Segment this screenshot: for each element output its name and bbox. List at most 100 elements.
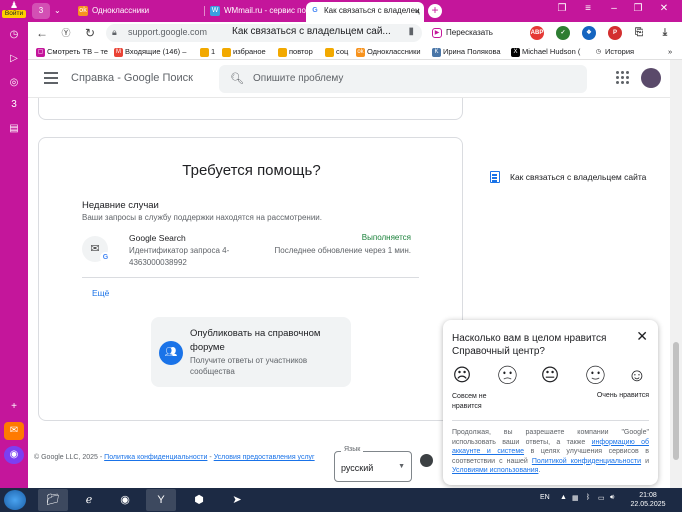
forum-subtitle: Получите ответы от участников сообщества [190, 356, 308, 376]
address-bar[interactable]: 🔒︎ support.google.com Как связаться с вл… [106, 24, 422, 42]
reload-icon[interactable]: ↻ [82, 25, 98, 41]
rating-faces: ☹ 🙁︎ 😐︎ 🙂︎ ☺ [452, 365, 652, 385]
more-link[interactable]: Ещё [92, 288, 109, 298]
tab-odnoklassniki[interactable]: ok Одноклассники [74, 2, 204, 22]
collections-icon[interactable]: ▤ [4, 120, 24, 138]
shield-icon[interactable]: ✓ [556, 26, 570, 40]
bookmark-item[interactable]: M Входящие (146) – [114, 46, 186, 58]
privacy-policy-link[interactable]: Политикой конфиденциальности [532, 458, 641, 465]
clock[interactable]: 21:08 22.05.2025 [626, 491, 670, 509]
retell-button[interactable]: ▶ Пересказать [432, 25, 493, 41]
bookmark-item[interactable]: K Ирина Полякова [432, 46, 501, 58]
help-title[interactable]: Справка - Google Поиск [71, 72, 193, 84]
terms-of-use-link[interactable]: Условиями использования [452, 467, 538, 474]
pinterest-icon[interactable]: P [608, 26, 622, 40]
bookmark-item[interactable]: ▢ Смотреть ТВ – те [36, 46, 108, 58]
case-row[interactable]: ✉ G Google Search Идентификатор запроса … [82, 230, 419, 278]
neutral-icon[interactable]: 😐︎ [540, 365, 560, 385]
volume-icon[interactable]: 🔊︎ [610, 494, 614, 502]
forum-title: Опубликовать на справочном форуме [190, 328, 321, 353]
menu-icon[interactable] [44, 72, 58, 84]
translate-icon[interactable]: ⎘ [632, 26, 646, 40]
tab-support[interactable]: G Как связаться с владелец × [306, 2, 424, 22]
taskbar: 📁︎ ℯ ◉ Y ⬢ ➤ EN ▲ ▦ ᛒ ▭ 🔊︎ 21:08 22.05.2… [0, 488, 682, 512]
close-icon[interactable]: × [415, 2, 420, 20]
contact-owner-label: Как связаться с владельцем сайта [510, 172, 647, 182]
video-icon[interactable]: ▷ [4, 50, 24, 68]
telegram-icon[interactable]: ➤ [222, 489, 252, 511]
search-input[interactable]: 🔍︎ Опишите проблему [219, 65, 587, 93]
need-help-heading: Требуется помощь? [182, 162, 321, 179]
login-button[interactable]: ♟ Войти [2, 0, 26, 20]
bookmark-item[interactable]: избраное [222, 46, 266, 58]
chevron-down-icon[interactable]: ⌄ [54, 2, 66, 22]
network-icon[interactable]: ▦ [572, 494, 579, 502]
recent-cases-subtitle: Ваши запросы в службу поддержки находятс… [82, 213, 322, 222]
close-window-icon[interactable]: ✕ [656, 3, 672, 14]
yandex-icon[interactable]: Ⓨ [58, 25, 74, 41]
yandex-browser-icon[interactable]: Y [146, 489, 176, 511]
history-icon[interactable]: ◷ [4, 26, 24, 44]
mail-icon[interactable]: ✉ [4, 422, 24, 440]
back-icon[interactable]: ← [34, 25, 50, 41]
new-tab-button[interactable]: + [428, 4, 442, 18]
bookmark-item[interactable]: ok Одноклассники [356, 46, 421, 58]
page-scrollbar[interactable] [670, 60, 682, 488]
close-icon[interactable]: ✕ [636, 328, 648, 345]
alice-icon[interactable]: ◉ [4, 446, 24, 464]
post-to-forum-button[interactable]: 👥︎ Опубликовать на справочном форуме Пол… [151, 317, 351, 387]
satisfied-icon[interactable]: 🙂︎ [584, 365, 607, 385]
google-icon: G [310, 6, 320, 16]
maximize-icon[interactable]: ❐ [630, 3, 646, 14]
adblock-icon[interactable]: ABP [530, 26, 544, 40]
explorer-icon[interactable]: 📁︎ [38, 489, 68, 511]
case-id: Идентификатор запроса 4-4363000038992 [129, 246, 230, 267]
very-dissatisfied-icon[interactable]: ☹ [452, 365, 472, 385]
music-icon[interactable]: ◎ [4, 74, 24, 92]
bluetooth-icon[interactable]: ᛒ [586, 494, 590, 501]
tab-label: Одноклассники [92, 6, 150, 15]
clock-time: 21:08 [639, 492, 657, 499]
page-content: Справка - Google Поиск 🔍︎ Опишите пробле… [28, 60, 670, 488]
bookmark-item[interactable]: X Michael Hudson ( [511, 46, 580, 58]
terms-link[interactable]: Условия предоставления услуг [214, 454, 315, 461]
folder-icon [222, 48, 231, 57]
community-icon: 👥︎ [159, 341, 183, 365]
more-bookmarks-icon[interactable]: » [668, 46, 672, 58]
chrome-icon[interactable]: ◉ [110, 489, 140, 511]
tray-arrow-icon[interactable]: ▲ [560, 494, 567, 501]
dissatisfied-icon[interactable]: 🙁︎ [496, 365, 519, 385]
menu-icon[interactable]: ≡ [580, 3, 596, 14]
bookmark-tabs-icon[interactable]: ❐ [554, 3, 570, 14]
battery-icon[interactable]: ▭ [598, 494, 605, 502]
apps-grid-icon[interactable] [616, 71, 630, 85]
scroll-thumb[interactable] [673, 342, 679, 460]
minimize-icon[interactable]: – [606, 3, 622, 14]
x-icon: X [511, 48, 520, 57]
ie-icon[interactable]: ℯ [74, 489, 104, 511]
tab-label: WMmail.ru - сервис почто [224, 6, 318, 15]
tab-counter[interactable]: 3 [32, 3, 50, 19]
language-select[interactable]: Язык русский ▼ [334, 446, 412, 482]
bookmark-item[interactable]: 1 [200, 46, 215, 58]
address-row: ← Ⓨ ↻ 🔒︎ support.google.com Как связатьс… [28, 22, 682, 44]
bookmark-item[interactable]: ◷ История [594, 46, 634, 58]
search-placeholder: Опишите проблему [253, 73, 344, 84]
url-text: support.google.com [128, 27, 208, 37]
extension-icon[interactable]: ❖ [582, 26, 596, 40]
theme-toggle-icon[interactable] [420, 454, 433, 467]
case-status: Выполняется [361, 233, 411, 242]
download-icon[interactable]: ⤓ [658, 26, 672, 40]
add-icon[interactable]: + [4, 398, 24, 416]
start-button[interactable] [4, 490, 26, 510]
very-satisfied-icon[interactable]: ☺ [627, 365, 647, 385]
bookmark-item[interactable]: соц [325, 46, 348, 58]
privacy-link[interactable]: Политика конфиденциальности [104, 454, 207, 461]
bookmark-icon[interactable]: ▮ [408, 26, 414, 37]
avatar[interactable] [641, 68, 661, 88]
bookmark-item[interactable]: повтор [278, 46, 313, 58]
language-indicator[interactable]: EN [540, 494, 550, 501]
contact-owner-link[interactable]: Как связаться с владельцем сайта [490, 171, 647, 183]
sidebar-badge[interactable]: 3 [4, 96, 24, 114]
app-icon[interactable]: ⬢ [184, 489, 214, 511]
